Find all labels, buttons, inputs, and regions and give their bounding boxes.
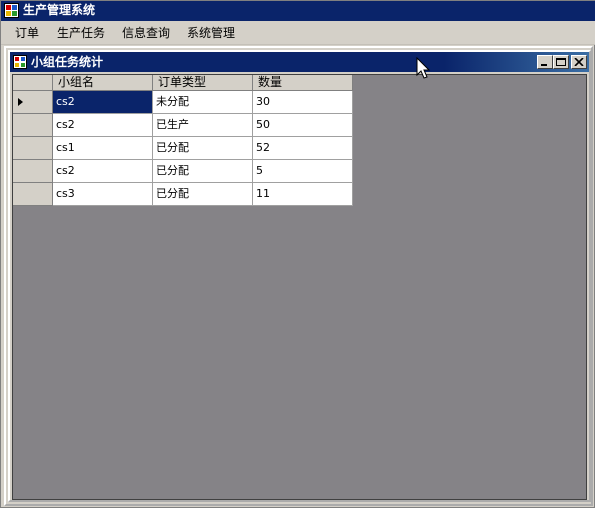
cell-quantity[interactable]: 50	[253, 114, 353, 137]
cell-quantity[interactable]: 30	[253, 91, 353, 114]
column-header-order-type[interactable]: 订单类型	[153, 75, 253, 91]
app-titlebar[interactable]: 生产管理系统	[1, 1, 595, 21]
close-button[interactable]	[571, 55, 587, 69]
cell-order-type[interactable]: 已生产	[153, 114, 253, 137]
row-header[interactable]	[13, 160, 53, 183]
cell-order-type[interactable]: 未分配	[153, 91, 253, 114]
menu-item-system-management[interactable]: 系统管理	[187, 25, 235, 41]
row-header[interactable]	[13, 114, 53, 137]
mouse-cursor-icon	[416, 57, 431, 79]
close-icon	[574, 58, 584, 66]
cell-order-type[interactable]: 已分配	[153, 137, 253, 160]
cell-group[interactable]: cs2	[53, 91, 153, 114]
app-window: 生产管理系统 订单 生产任务 信息查询 系统管理 小组任务统计 小组名 订单类型…	[0, 0, 595, 508]
cell-group[interactable]: cs2	[53, 160, 153, 183]
mdi-workspace: 小组任务统计 小组名 订单类型 数量 cs2 未分配 30 cs2 已生产 50…	[4, 46, 593, 506]
cell-quantity[interactable]: 52	[253, 137, 353, 160]
app-icon	[4, 3, 19, 18]
child-window: 小组任务统计 小组名 订单类型 数量 cs2 未分配 30 cs2 已生产 50…	[8, 50, 591, 502]
current-row-arrow-icon	[18, 98, 23, 106]
cell-quantity[interactable]: 11	[253, 183, 353, 206]
child-window-title: 小组任务统计	[31, 55, 104, 69]
column-header-quantity[interactable]: 数量	[253, 75, 353, 91]
cell-group[interactable]: cs3	[53, 183, 153, 206]
app-title: 生产管理系统	[23, 3, 96, 17]
menu-item-production-tasks[interactable]: 生产任务	[57, 25, 105, 41]
cell-order-type[interactable]: 已分配	[153, 160, 253, 183]
column-header-group[interactable]: 小组名	[53, 75, 153, 91]
grid-client-area: 小组名 订单类型 数量 cs2 未分配 30 cs2 已生产 50 cs1 已分…	[12, 74, 587, 500]
maximize-icon	[556, 58, 566, 66]
minimize-icon	[541, 64, 547, 66]
cell-order-type[interactable]: 已分配	[153, 183, 253, 206]
cell-group[interactable]: cs1	[53, 137, 153, 160]
row-header[interactable]	[13, 183, 53, 206]
menu-item-orders[interactable]: 订单	[15, 25, 39, 41]
grid-corner-header[interactable]	[13, 75, 53, 91]
cell-quantity[interactable]: 5	[253, 160, 353, 183]
minimize-button[interactable]	[537, 55, 553, 69]
row-header[interactable]	[13, 137, 53, 160]
maximize-button[interactable]	[553, 55, 569, 69]
menu-bar: 订单 生产任务 信息查询 系统管理	[1, 21, 595, 45]
child-titlebar[interactable]: 小组任务统计	[10, 52, 589, 72]
child-window-icon	[13, 55, 27, 69]
menu-item-info-query[interactable]: 信息查询	[122, 25, 170, 41]
row-header[interactable]	[13, 91, 53, 114]
cell-group[interactable]: cs2	[53, 114, 153, 137]
